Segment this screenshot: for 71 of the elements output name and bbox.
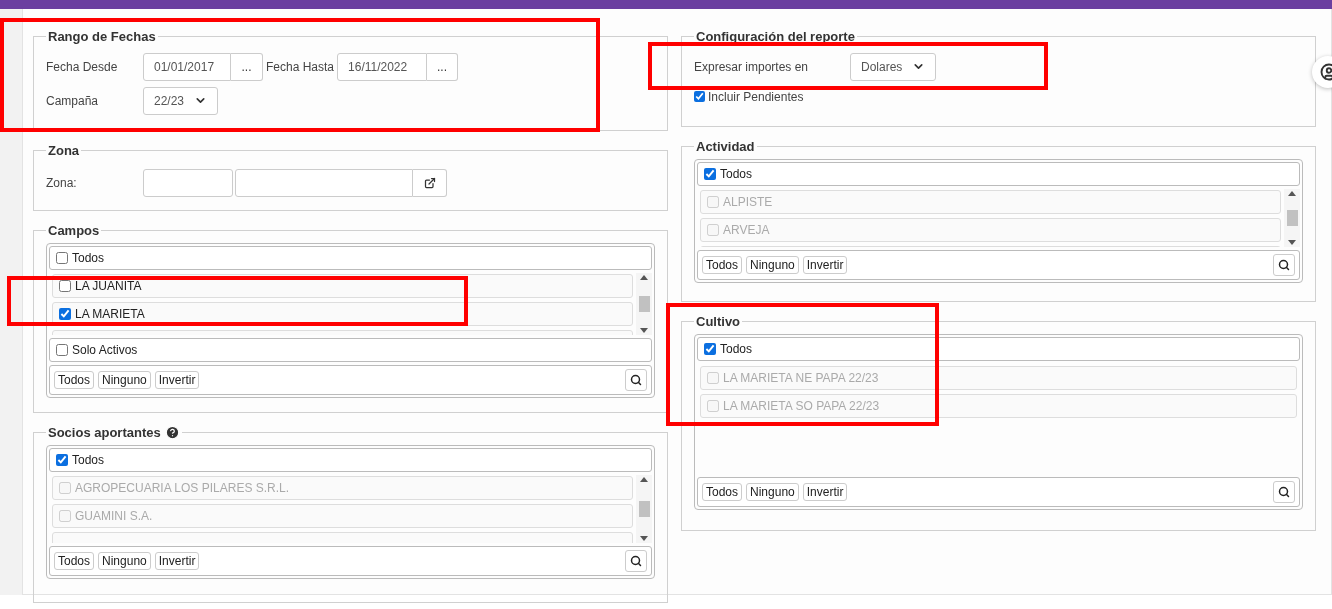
- section-title: Actividad: [696, 138, 755, 156]
- date-picker-button[interactable]: ...: [427, 52, 459, 81]
- checkbox-label: ALPISTE: [723, 193, 773, 211]
- checkbox[interactable]: [56, 343, 68, 356]
- scrollbar[interactable]: [636, 474, 652, 543]
- section-title: Cultivo: [696, 313, 741, 331]
- date-field[interactable]: 01/01/2017: [143, 52, 231, 81]
- checkbox[interactable]: [59, 279, 71, 292]
- section-title: Rango de Fechas: [48, 28, 156, 46]
- search-button[interactable]: [1273, 480, 1295, 503]
- field-label: Expresar importes en: [694, 58, 810, 76]
- checkbox[interactable]: [59, 307, 71, 320]
- search-icon: [630, 373, 642, 386]
- checkbox-label: Todos: [720, 340, 753, 358]
- checkbox[interactable]: [694, 91, 705, 102]
- search-icon: [1278, 258, 1290, 271]
- season-dropdown[interactable]: 22/23: [143, 86, 218, 115]
- open-link-button[interactable]: [413, 168, 447, 197]
- checkbox-label: LA MARIETA NE PAPA 22/23: [723, 369, 879, 387]
- toolbar-button[interactable]: Invertir: [154, 551, 200, 570]
- zone-code-field[interactable]: [143, 168, 233, 197]
- date-field[interactable]: 16/11/2022: [337, 52, 428, 81]
- list-row[interactable]: Solo Activos: [49, 337, 652, 362]
- help-icon[interactable]: [164, 425, 180, 441]
- checkbox-label: AGROPECUARIA LOS PILARES S.R.L.: [75, 479, 290, 497]
- section-title: Campos: [48, 222, 100, 240]
- toolbar-button[interactable]: Ninguno: [98, 370, 151, 389]
- search-button[interactable]: [625, 368, 647, 391]
- section-title: Zona: [48, 142, 80, 160]
- field-label: Zona:: [46, 174, 78, 192]
- search-button[interactable]: [625, 549, 647, 572]
- scrollbar[interactable]: [1284, 188, 1300, 247]
- checkbox[interactable]: [56, 453, 68, 466]
- toolbar-button[interactable]: Ninguno: [746, 482, 799, 501]
- date-picker-button[interactable]: ...: [231, 52, 263, 81]
- toolbar-button[interactable]: Invertir: [802, 255, 848, 274]
- toolbar-button[interactable]: Ninguno: [746, 255, 799, 274]
- checkbox-label: Incluir Pendientes: [708, 88, 804, 106]
- checkbox[interactable]: [56, 251, 68, 264]
- checkbox[interactable]: [704, 167, 716, 180]
- checkbox-label: LA MARIETA SO PAPA 22/23: [723, 397, 880, 415]
- toolbar-button[interactable]: Invertir: [154, 370, 200, 389]
- search-icon: [630, 554, 642, 567]
- zone-name-field[interactable]: [235, 168, 413, 197]
- checkbox-label: ARVEJA: [723, 221, 770, 239]
- toolbar-button[interactable]: Todos: [702, 255, 743, 274]
- section-title: Configuración del reporte: [696, 28, 855, 46]
- field-label: Fecha Desde: [46, 58, 119, 76]
- checkbox-label: Todos: [72, 249, 105, 267]
- checkbox[interactable]: [704, 342, 716, 355]
- list-row[interactable]: Todos: [49, 245, 652, 270]
- field-label: Fecha Hasta: [265, 58, 336, 76]
- toolbar-button[interactable]: Ninguno: [98, 551, 151, 570]
- checkbox-label: Todos: [72, 451, 105, 469]
- checkbox-label: LA JUANITA: [75, 277, 142, 295]
- checkbox-label: Todos: [720, 165, 753, 183]
- toolbar-button[interactable]: Todos: [54, 551, 95, 570]
- checkbox-label: GUAMINI S.A.: [75, 507, 153, 525]
- toolbar-button[interactable]: Todos: [702, 482, 743, 501]
- checkbox-label: LA MARIETA: [75, 305, 145, 323]
- field-label: Campaña: [46, 92, 100, 110]
- currency-dropdown[interactable]: Dolares: [850, 52, 936, 81]
- toolbar-button[interactable]: Invertir: [802, 482, 848, 501]
- external-link-icon: [423, 176, 436, 189]
- search-icon: [1278, 485, 1290, 498]
- checkbox-label: Solo Activos: [72, 341, 138, 359]
- section-title: Socios aportantes: [48, 424, 161, 442]
- list-row[interactable]: LA MARIETA: [52, 301, 633, 326]
- scrollbar[interactable]: [636, 272, 652, 335]
- toolbar-button[interactable]: Todos: [54, 370, 95, 389]
- search-button[interactable]: [1273, 253, 1295, 276]
